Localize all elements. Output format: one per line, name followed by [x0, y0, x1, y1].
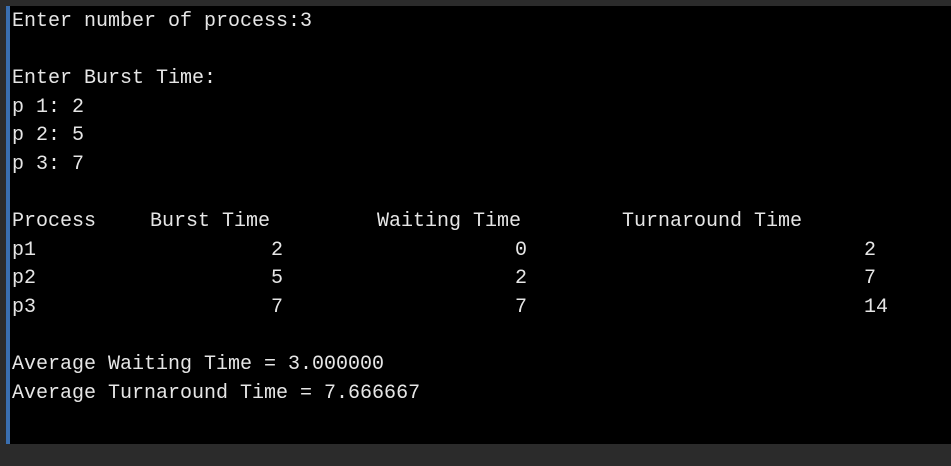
average-waiting-time: Average Waiting Time = 3.000000 [12, 353, 385, 377]
table-header-row: Process Burst Time Waiting Time Turnarou… [12, 208, 951, 237]
console-output[interactable]: Enter number of process:3 Enter Burst Ti… [6, 6, 951, 444]
cell-burst: 7 [271, 295, 284, 319]
cell-turnaround: 14 [864, 295, 889, 319]
table-row: p2 5 2 7 [12, 265, 951, 294]
cell-process: p3 [12, 295, 37, 319]
prompt-process-count: Enter number of process:3 [12, 10, 313, 33]
prompt-burst-time: Enter Burst Time: [12, 67, 217, 91]
burst-input-line: p 2: 5 [12, 124, 85, 148]
cell-burst: 5 [271, 267, 284, 291]
burst-input-line: p 3: 7 [12, 152, 85, 176]
console-window-frame: Enter number of process:3 Enter Burst Ti… [0, 0, 951, 444]
header-burst-time: Burst Time [150, 210, 271, 234]
table-row: p3 7 7 14 [12, 294, 951, 323]
header-waiting-time: Waiting Time [377, 210, 522, 234]
average-turnaround-time: Average Turnaround Time = 7.666667 [12, 381, 421, 405]
cell-process: p2 [12, 267, 37, 291]
header-process: Process [12, 210, 97, 234]
cell-process: p1 [12, 238, 37, 262]
cell-turnaround: 7 [864, 267, 877, 291]
header-turnaround-time: Turnaround Time [622, 210, 803, 234]
burst-input-line: p 1: 2 [12, 95, 85, 119]
cell-waiting: 0 [515, 238, 528, 262]
cell-turnaround: 2 [864, 238, 877, 262]
cell-waiting: 7 [515, 295, 528, 319]
cell-burst: 2 [271, 238, 284, 262]
cell-waiting: 2 [515, 267, 528, 291]
table-row: p1 2 0 2 [12, 237, 951, 266]
